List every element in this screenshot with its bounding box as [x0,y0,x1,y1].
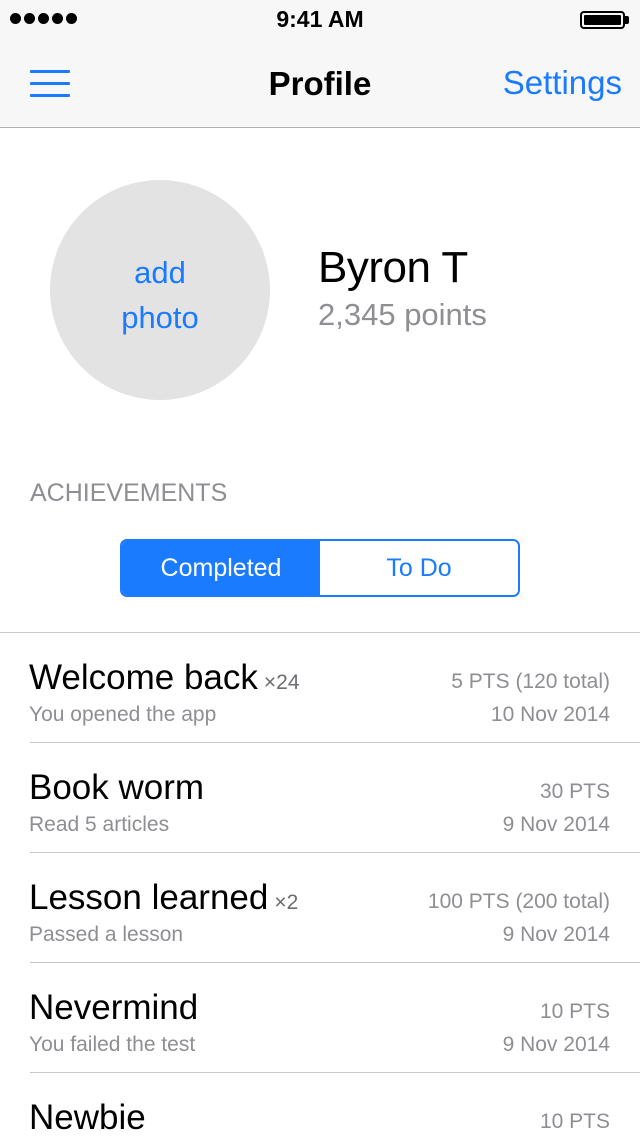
achievement-date: 9 Nov 2014 [502,923,610,946]
add-photo-button[interactable]: add photo [50,180,270,400]
achievement-date: 9 Nov 2014 [502,813,610,836]
achievement-date: 9 Nov 2014 [502,1033,610,1056]
achievement-points: 10 PTS [539,1110,610,1133]
list-item[interactable]: Welcome back ×24 You opened the app 5 PTS… [0,633,640,743]
achievement-multiplier: ×24 [263,671,300,694]
achievement-title: Book worm [29,768,205,807]
achievement-points: 30 PTS [539,780,610,803]
achievement-points: 5 PTS (120 total) [451,670,610,693]
achievements-section-title: ACHIEVEMENTS [30,479,228,507]
list-item[interactable]: Lesson learned ×2 Passed a lesson 100 PTS… [0,853,640,963]
achievement-multiplier: ×2 [274,891,299,914]
segment-completed[interactable]: Completed [122,541,320,595]
achievement-subtitle: Passed a lesson [29,923,184,946]
achievement-title: Welcome back [29,658,258,697]
achievements-segmented-control: Completed To Do [120,539,520,597]
achievement-subtitle: You opened the app [29,703,217,726]
list-item[interactable]: Nevermind You failed the test 10 PTS 9 N… [0,963,640,1073]
user-name: Byron T [318,243,468,292]
segment-todo[interactable]: To Do [320,541,518,595]
achievement-subtitle: Read 5 articles [29,813,170,836]
add-photo-label: add photo [121,255,199,335]
profile-screen: 9:41 AM Profile Settings add photo Byron… [0,0,640,1136]
achievements-list: Welcome back ×24 You opened the app 5 PTS… [0,633,640,1136]
achievement-points: 100 PTS (200 total) [427,890,610,913]
settings-button[interactable]: Settings [503,64,622,102]
list-item[interactable]: Book worm Read 5 articles 30 PTS 9 Nov 2… [0,743,640,853]
navigation-bar: Profile Settings [0,40,640,128]
achievement-subtitle: You failed the test [29,1033,196,1056]
achievement-title: Nevermind [29,988,199,1027]
achievement-points: 10 PTS [539,1000,610,1023]
achievement-title: Newbie [29,1098,146,1136]
status-bar: 9:41 AM [0,0,640,40]
list-item[interactable]: Newbie 10 PTS [0,1073,640,1136]
status-time: 9:41 AM [276,6,364,32]
achievement-date: 10 Nov 2014 [490,703,610,726]
user-points: 2,345 points [318,297,487,332]
battery-icon [580,11,630,29]
achievement-title: Lesson learned [29,878,269,917]
